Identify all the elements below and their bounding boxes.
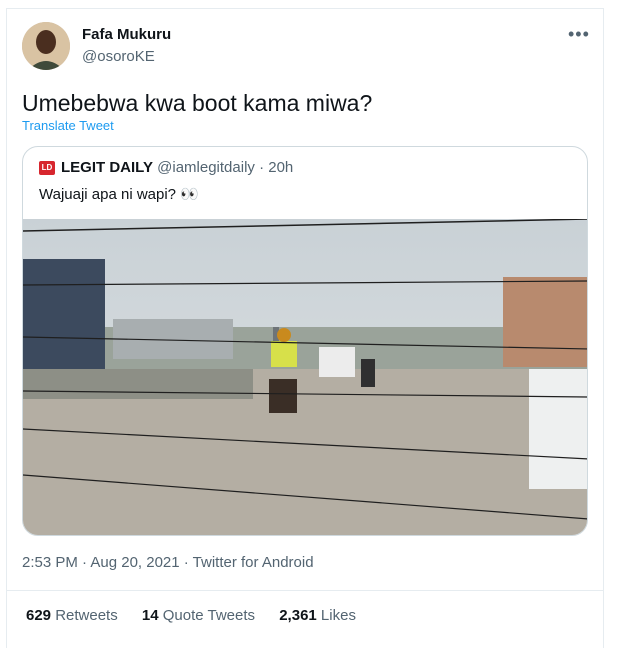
quoted-tweet[interactable]: LD LEGIT DAILY @iamlegitdaily · 20h Wajua… (22, 146, 588, 536)
tweet-text: Umebebwa kwa boot kama miwa? (22, 90, 373, 116)
quoted-tweet-photo[interactable] (23, 218, 587, 535)
author-avatar[interactable] (22, 22, 70, 70)
quoted-author-name[interactable]: LEGIT DAILY (61, 159, 153, 176)
divider (6, 590, 604, 591)
legit-daily-logo: LD (39, 161, 55, 176)
quote-tweets-stat[interactable]: 14 Quote Tweets (142, 607, 255, 624)
author-name[interactable]: Fafa Mukuru (82, 26, 171, 43)
avatar-image (22, 22, 70, 70)
quoted-tweet-text: Wajuaji apa ni wapi? 👀 (39, 186, 199, 203)
quote-tweets-label: Quote Tweets (158, 607, 256, 624)
retweets-stat[interactable]: 629 Retweets (26, 607, 118, 624)
likes-label: Likes (316, 607, 356, 624)
likes-stat[interactable]: 2,361 Likes (279, 607, 356, 624)
author-handle[interactable]: @osoroKE (82, 48, 155, 65)
quote-tweets-count: 14 (141, 607, 159, 624)
translate-tweet-link[interactable]: Translate Tweet (22, 118, 114, 133)
more-options-icon[interactable]: ••• (568, 24, 590, 45)
road-scene-image (23, 218, 587, 535)
tweet-stats: 629 Retweets 14 Quote Tweets 2,361 Likes (26, 607, 376, 624)
retweets-count: 629 (26, 607, 52, 624)
tweet-timestamp[interactable]: 2:53 PM · Aug 20, 2021 · Twitter for And… (22, 554, 314, 571)
quoted-tweet-header: LD LEGIT DAILY @iamlegitdaily · 20h (39, 159, 293, 176)
likes-count: 2,361 (279, 607, 317, 624)
quoted-author-meta: @iamlegitdaily · 20h (152, 159, 294, 176)
retweets-label: Retweets (51, 607, 118, 624)
